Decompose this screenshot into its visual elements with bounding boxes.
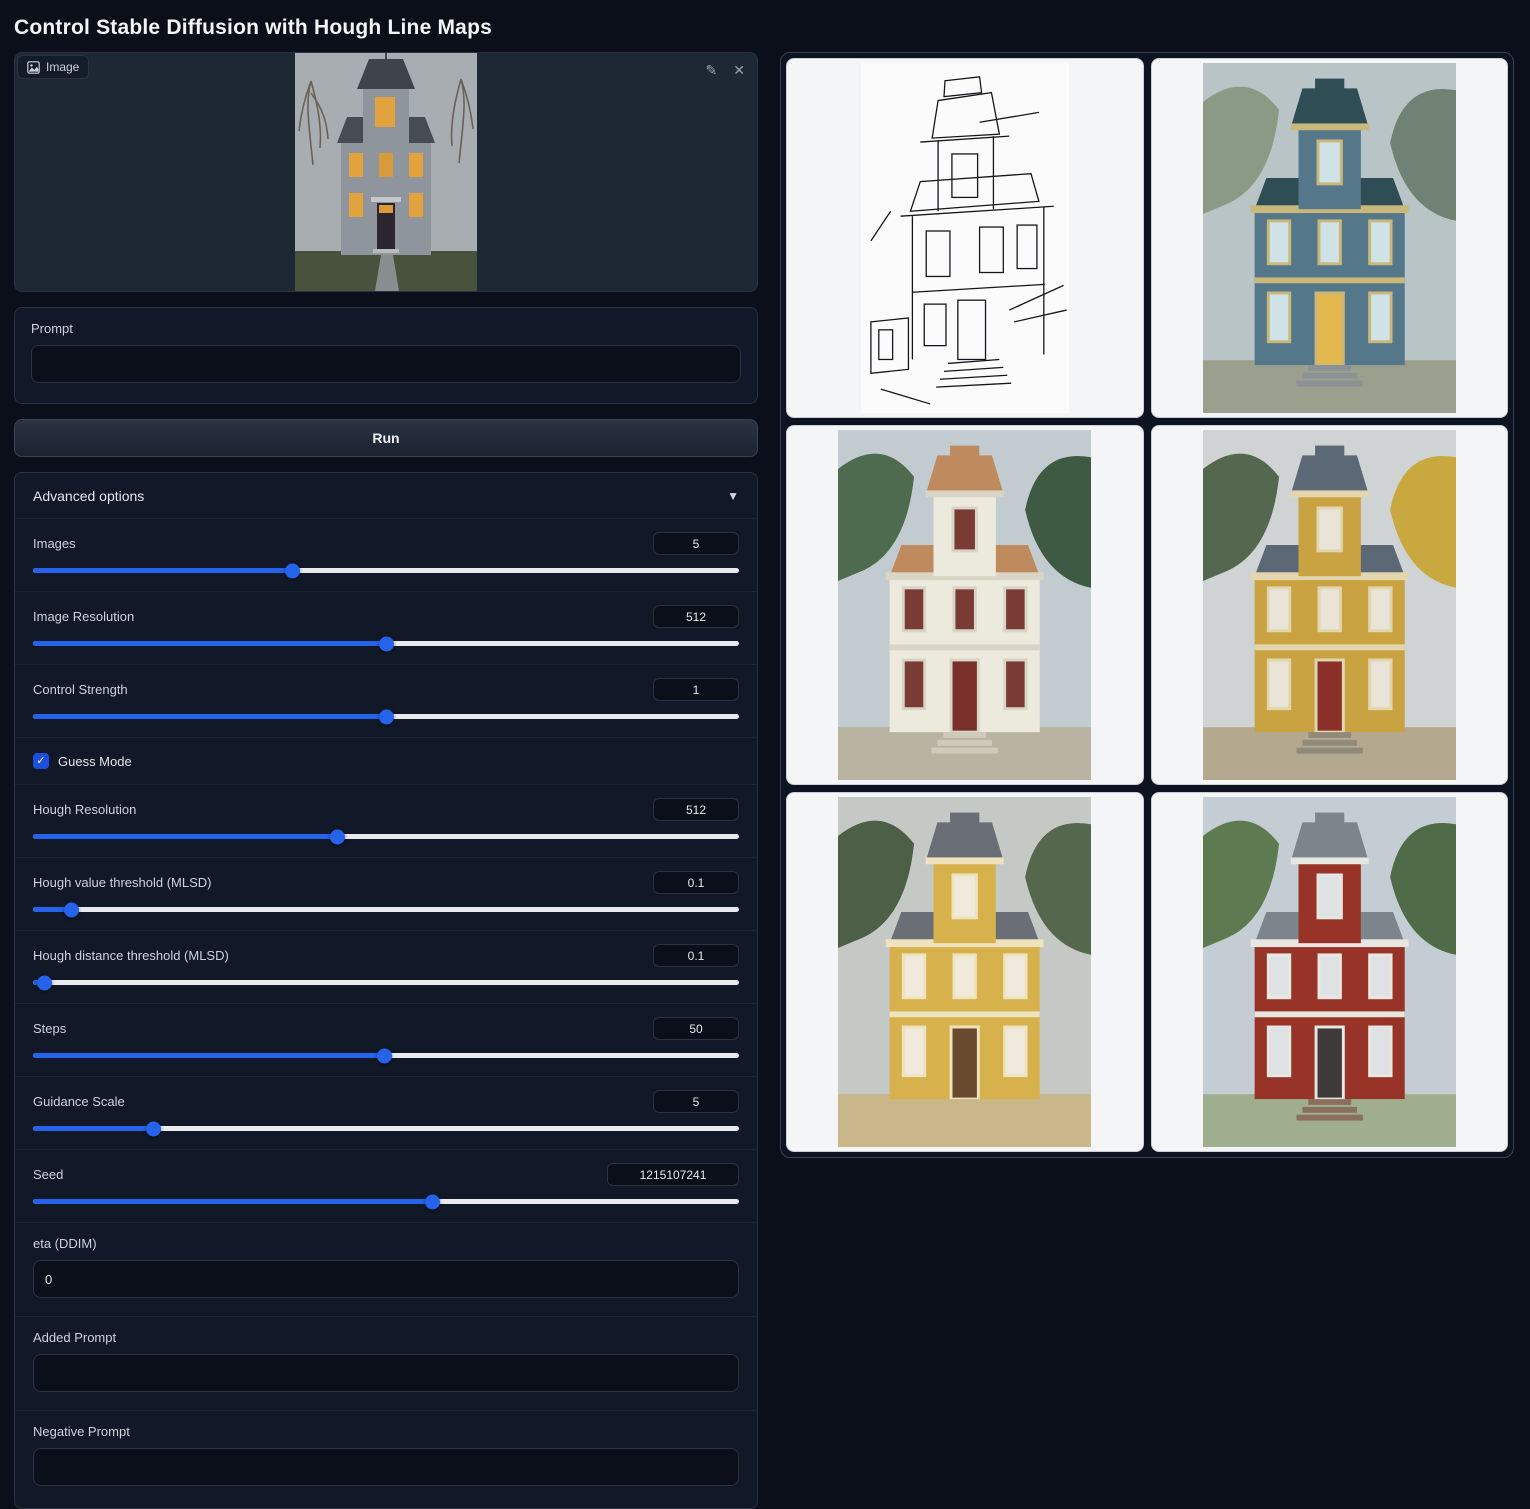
slider-value-control-strength[interactable] xyxy=(653,678,739,701)
slider-value-hough-value-threshold[interactable] xyxy=(653,871,739,894)
clear-image-button[interactable]: ✕ xyxy=(731,61,747,79)
gallery-image-result-5 xyxy=(1203,797,1456,1148)
slider-track-hough-distance-threshold[interactable] xyxy=(33,980,739,985)
slider-label-hough-distance-threshold: Hough distance threshold (MLSD) xyxy=(33,948,229,963)
gallery-image-result-1 xyxy=(1203,63,1456,414)
eta-input[interactable] xyxy=(33,1260,739,1298)
slider-value-hough-distance-threshold[interactable] xyxy=(653,944,739,967)
slider-track-hough-resolution[interactable] xyxy=(33,834,739,839)
added-prompt-row: Added Prompt xyxy=(15,1316,757,1410)
gallery-item-result-1[interactable] xyxy=(1151,58,1509,418)
image-icon xyxy=(27,61,40,74)
gallery-item-hough-map[interactable] xyxy=(786,58,1144,418)
slider-row-hough-distance-threshold: Hough distance threshold (MLSD) xyxy=(15,930,757,1003)
slider-label-guidance-scale: Guidance Scale xyxy=(33,1094,125,1109)
prompt-label: Prompt xyxy=(31,321,741,336)
gallery-item-result-4[interactable] xyxy=(786,792,1144,1152)
page-title: Control Stable Diffusion with Hough Line… xyxy=(0,0,1530,52)
slider-label-hough-value-threshold: Hough value threshold (MLSD) xyxy=(33,875,211,890)
slider-value-seed[interactable] xyxy=(607,1163,739,1186)
slider-track-guidance-scale[interactable] xyxy=(33,1126,739,1131)
gallery-image-result-2 xyxy=(838,430,1091,781)
slider-track-seed[interactable] xyxy=(33,1199,739,1204)
prompt-input[interactable] xyxy=(31,345,741,383)
controls-column: Image ✎ ✕ xyxy=(14,52,758,1509)
guess-mode-checkbox-row[interactable]: ✓ Guess Mode xyxy=(15,737,757,784)
slider-row-images: Images xyxy=(15,518,757,591)
slider-row-steps: Steps xyxy=(15,1003,757,1076)
slider-fill xyxy=(33,714,386,719)
slider-row-hough-resolution: Hough Resolution xyxy=(15,784,757,857)
slider-label-image-resolution: Image Resolution xyxy=(33,609,134,624)
guess-mode-label: Guess Mode xyxy=(58,754,132,769)
gallery-item-result-5[interactable] xyxy=(1151,792,1509,1152)
image-actions: ✎ ✕ xyxy=(704,61,747,79)
edit-image-button[interactable]: ✎ xyxy=(704,61,720,79)
prompt-panel: Prompt xyxy=(14,307,758,404)
slider-value-steps[interactable] xyxy=(653,1017,739,1040)
slider-value-image-resolution[interactable] xyxy=(653,605,739,628)
negative-prompt-input[interactable] xyxy=(33,1448,739,1486)
slider-track-hough-value-threshold[interactable] xyxy=(33,907,739,912)
slider-row-control-strength: Control Strength xyxy=(15,664,757,737)
gallery-image-result-3 xyxy=(1203,430,1456,781)
slider-row-image-resolution: Image Resolution xyxy=(15,591,757,664)
slider-fill xyxy=(33,1126,153,1131)
slider-fill xyxy=(33,1053,384,1058)
slider-row-hough-value-threshold: Hough value threshold (MLSD) xyxy=(15,857,757,930)
slider-value-hough-resolution[interactable] xyxy=(653,798,739,821)
slider-track-control-strength[interactable] xyxy=(33,714,739,719)
slider-fill xyxy=(33,834,337,839)
slider-fill xyxy=(33,641,386,646)
slider-track-image-resolution[interactable] xyxy=(33,641,739,646)
gallery-image-result-4 xyxy=(838,797,1091,1148)
negative-prompt-label: Negative Prompt xyxy=(33,1424,739,1439)
image-label: Image xyxy=(46,60,79,74)
slider-row-guidance-scale: Guidance Scale xyxy=(15,1076,757,1149)
slider-label-steps: Steps xyxy=(33,1021,66,1036)
gallery-image-hough-map xyxy=(861,63,1069,414)
added-prompt-input[interactable] xyxy=(33,1354,739,1392)
added-prompt-label: Added Prompt xyxy=(33,1330,739,1345)
slider-value-images[interactable] xyxy=(653,532,739,555)
input-image-panel: Image ✎ ✕ xyxy=(14,52,758,292)
main-layout: Image ✎ ✕ xyxy=(0,52,1530,1509)
slider-label-seed: Seed xyxy=(33,1167,63,1182)
advanced-options-panel: Advanced options ▼ Images Image Resoluti… xyxy=(14,472,758,1509)
run-button[interactable]: Run xyxy=(14,419,758,457)
advanced-options-header[interactable]: Advanced options ▼ xyxy=(15,473,757,518)
slider-track-steps[interactable] xyxy=(33,1053,739,1058)
slider-label-control-strength: Control Strength xyxy=(33,682,128,697)
advanced-options-label: Advanced options xyxy=(33,488,144,504)
slider-fill xyxy=(33,980,44,985)
output-gallery xyxy=(780,52,1514,1158)
gallery-item-result-2[interactable] xyxy=(786,425,1144,785)
image-label-badge: Image xyxy=(17,55,89,79)
slider-track-images[interactable] xyxy=(33,568,739,573)
negative-prompt-row: Negative Prompt xyxy=(15,1410,757,1504)
slider-label-hough-resolution: Hough Resolution xyxy=(33,802,136,817)
slider-fill xyxy=(33,1199,432,1204)
slider-fill xyxy=(33,568,292,573)
slider-label-images: Images xyxy=(33,536,76,551)
checkbox-checked-icon[interactable]: ✓ xyxy=(33,753,49,769)
eta-label: eta (DDIM) xyxy=(33,1236,739,1251)
results-column xyxy=(780,52,1514,1158)
input-image[interactable] xyxy=(295,53,477,291)
slider-row-seed: Seed xyxy=(15,1149,757,1222)
slider-fill xyxy=(33,907,71,912)
gallery-item-result-3[interactable] xyxy=(1151,425,1509,785)
slider-value-guidance-scale[interactable] xyxy=(653,1090,739,1113)
chevron-down-icon: ▼ xyxy=(727,489,739,503)
eta-row: eta (DDIM) xyxy=(15,1222,757,1316)
